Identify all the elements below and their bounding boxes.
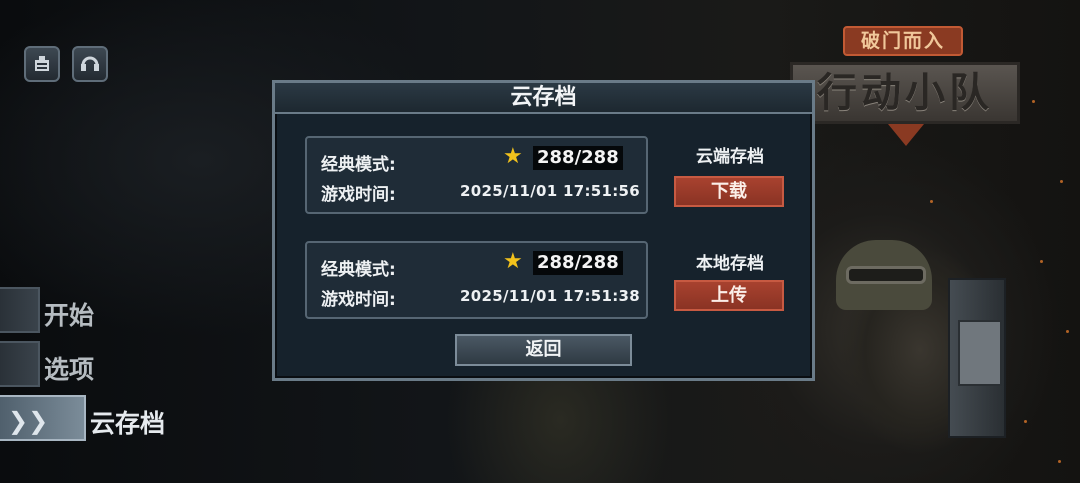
star-icon: ★ xyxy=(503,249,523,274)
notice-board-button[interactable] xyxy=(24,46,60,82)
headset-icon xyxy=(81,56,99,71)
logo-subtitle: 破门而入 xyxy=(843,26,963,56)
play-time-label: 游戏时间: xyxy=(321,185,396,205)
play-time-value: 2025/11/01 17:51:38 xyxy=(460,287,640,305)
customer-service-button[interactable] xyxy=(72,46,108,82)
mode-label: 经典模式: xyxy=(321,260,396,280)
local-save-label: 本地存档 xyxy=(696,254,764,274)
game-logo: 破门而入 行动小队 xyxy=(790,14,1020,146)
upload-button[interactable]: 上传 xyxy=(674,280,784,311)
play-time-value: 2025/11/01 17:51:56 xyxy=(460,182,640,200)
menu-tab xyxy=(0,341,40,387)
play-time-label: 游戏时间: xyxy=(321,290,396,310)
star-score: 288/288 xyxy=(533,146,623,170)
cloud-save-dialog: 云存档 经典模式: ★ 288/288 游戏时间: 2025/11/01 17:… xyxy=(272,80,815,381)
dialog-title: 云存档 xyxy=(275,83,812,114)
menu-label-start: 开始 xyxy=(44,301,95,330)
download-button[interactable]: 下载 xyxy=(674,176,784,207)
menu-label-cloud-save: 云存档 xyxy=(90,409,166,438)
menu-tab xyxy=(0,287,40,333)
notice-board-icon xyxy=(35,56,49,71)
logo-ribbon xyxy=(888,124,924,146)
soldier-goggles xyxy=(846,266,926,284)
menu-tab-active: ❯❯ xyxy=(0,395,86,441)
back-button[interactable]: 返回 xyxy=(455,334,632,366)
menu-label-options: 选项 xyxy=(44,355,95,384)
cloud-save-label: 云端存档 xyxy=(696,147,764,167)
cloud-save-card: 经典模式: ★ 288/288 游戏时间: 2025/11/01 17:51:5… xyxy=(305,136,648,214)
riot-shield-window xyxy=(958,320,1002,386)
logo-title: 行动小队 xyxy=(790,62,1020,124)
star-score: 288/288 xyxy=(533,251,623,275)
mode-label: 经典模式: xyxy=(321,155,396,175)
local-save-card: 经典模式: ★ 288/288 游戏时间: 2025/11/01 17:51:3… xyxy=(305,241,648,319)
chevron-right-icon: ❯❯ xyxy=(8,407,49,435)
star-icon: ★ xyxy=(503,144,523,169)
